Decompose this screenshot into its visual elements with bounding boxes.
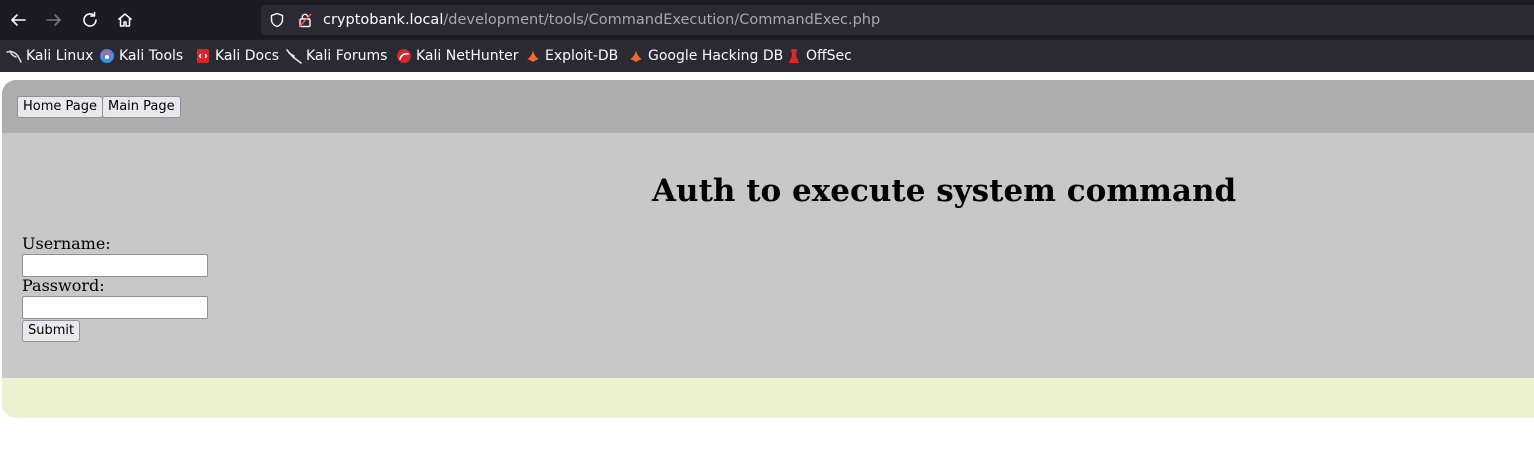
bookmark-label: Google Hacking DB (648, 48, 784, 64)
home-icon (118, 13, 132, 27)
bookmark-label: Kali Forums (306, 48, 388, 64)
page-footer (2, 378, 1534, 418)
page-container: Home Page Main Page Auth to execute syst… (2, 80, 1534, 418)
main-content: Auth to execute system command Username:… (2, 133, 1534, 378)
kali-tools-icon (100, 49, 114, 63)
bookmark-kali-nethunter[interactable]: Kali NetHunter (396, 40, 518, 72)
shield-icon[interactable] (269, 12, 285, 28)
address-bar[interactable]: cryptobank.local/development/tools/Comma… (261, 5, 1534, 35)
bookmark-label: Kali Docs (215, 48, 280, 64)
exploit-db-icon (527, 51, 539, 62)
password-label: Password: (22, 276, 105, 295)
bookmark-offsec[interactable]: OffSec (786, 40, 852, 72)
kali-forums-icon (286, 49, 302, 64)
top-nav: Home Page Main Page (2, 80, 1534, 133)
url-text[interactable]: cryptobank.local/development/tools/Comma… (323, 5, 880, 35)
reload-button[interactable] (76, 6, 104, 34)
forward-arrow-icon (46, 14, 61, 26)
exploit-db-icon (630, 51, 642, 62)
bookmark-label: Exploit-DB (545, 48, 619, 64)
kali-docs-icon (197, 49, 209, 63)
password-field[interactable] (22, 296, 208, 319)
main-page-button[interactable]: Main Page (102, 96, 181, 118)
bookmark-kali-forums[interactable]: Kali Forums (286, 40, 387, 72)
bookmark-kali-tools[interactable]: Kali Tools (99, 40, 183, 72)
reload-icon (83, 11, 97, 27)
submit-button[interactable]: Submit (22, 320, 81, 342)
bookmarks-bar: Kali Linux Kali Tools Kali Docs Kali For… (0, 40, 1534, 72)
bookmark-label: Kali Linux (26, 48, 94, 64)
bookmark-label: OffSec (806, 48, 852, 64)
home-page-button[interactable]: Home Page (17, 96, 103, 118)
bookmark-kali-docs[interactable]: Kali Docs (195, 40, 279, 72)
page-title: Auth to execute system command (652, 173, 1237, 209)
bookmark-kali-linux[interactable]: Kali Linux (6, 40, 93, 72)
username-label: Username: (22, 234, 111, 253)
bookmark-exploit-db[interactable]: Exploit-DB (525, 40, 618, 72)
offsec-icon (789, 49, 799, 63)
browser-toolbar: cryptobank.local/development/tools/Comma… (0, 0, 1534, 40)
kali-nethunter-icon (397, 49, 411, 63)
url-host: cryptobank.local (323, 12, 444, 28)
bookmark-label: Kali NetHunter (416, 48, 519, 64)
back-button[interactable] (4, 6, 32, 34)
kali-dragon-icon (6, 50, 22, 63)
username-field[interactable] (22, 254, 208, 277)
back-arrow-icon (11, 14, 26, 26)
bookmark-google-hacking-db[interactable]: Google Hacking DB (628, 40, 783, 72)
bookmark-label: Kali Tools (119, 48, 184, 64)
home-button[interactable] (111, 6, 139, 34)
insecure-lock-icon[interactable] (297, 12, 313, 28)
forward-button[interactable] (40, 6, 68, 34)
url-path: /development/tools/CommandExecution/Comm… (443, 12, 881, 28)
